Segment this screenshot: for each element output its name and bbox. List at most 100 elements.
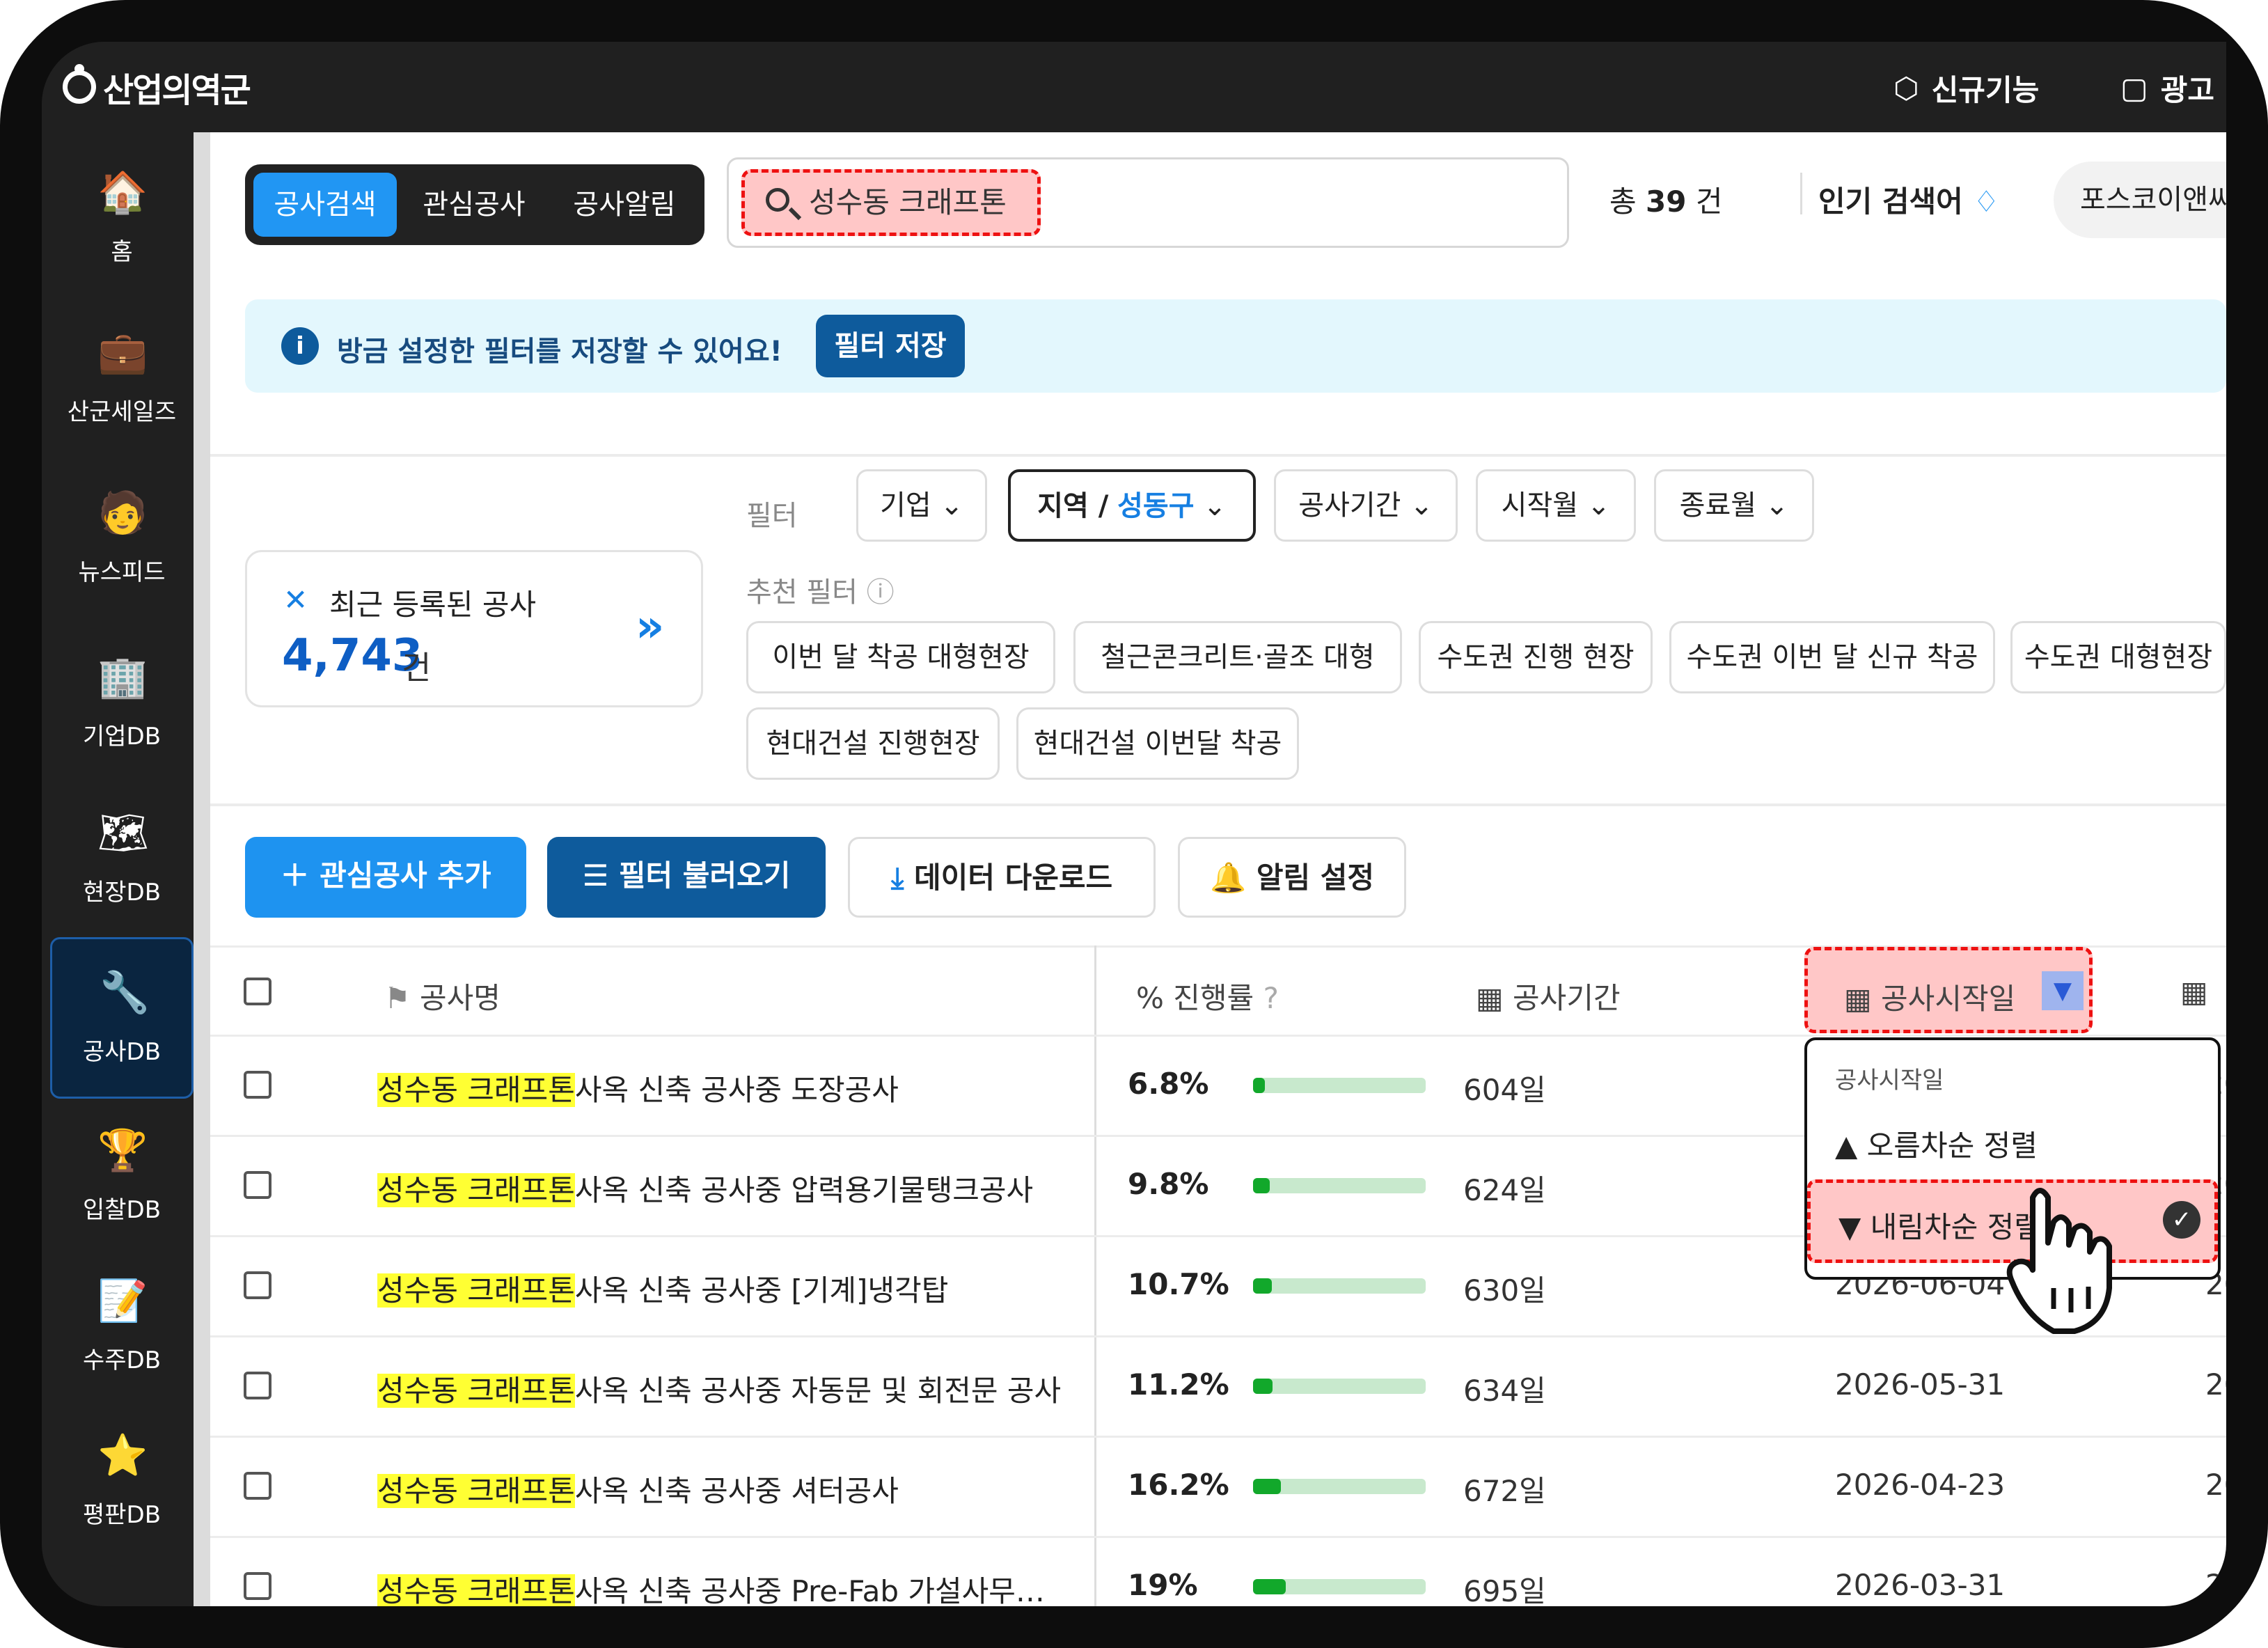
filter-period[interactable]: 공사기간 ⌄ (1274, 469, 1458, 542)
select-all-checkbox[interactable] (244, 978, 271, 1005)
project-name[interactable]: 성수동 크래프톤사옥 신축 공사중 셔터공사 (377, 1468, 899, 1510)
sort-dropdown-icon[interactable]: ▼ (2042, 971, 2084, 1010)
column-header-period[interactable]: ▦ 공사기간 (1476, 975, 1621, 1017)
project-end-date: 2028 (2205, 1468, 2226, 1502)
main-content: 공사검색 관심공사 공사알림 성수동 크래프톤 총 39 건 인기 검색어 ♢ … (210, 132, 2226, 1606)
column-header-progress[interactable]: % 진행률 ? (1136, 975, 1279, 1017)
info-icon: i (281, 327, 319, 365)
filter-save-banner: i 방금 설정한 필터를 저장할 수 있어요! 필터 저장 (245, 299, 2226, 393)
ad-link[interactable]: ▢ 광고 (2120, 67, 2214, 109)
filter-start-month[interactable]: 시작월 ⌄ (1476, 469, 1636, 542)
sidebar-item-constructiondb[interactable]: 🔧 공사DB (50, 937, 194, 1099)
recommended-chip[interactable]: 현대건설 이번달 착공 (1016, 707, 1299, 780)
tools-icon: ✕ (283, 583, 308, 617)
load-filter-button[interactable]: ☰ 필터 불러오기 (547, 837, 826, 918)
news-reader-icon: 🧑 (97, 489, 148, 536)
popular-search-label: 인기 검색어 ♢ (1818, 185, 2000, 219)
chevron-down-icon: ⌄ (1203, 490, 1227, 522)
sidebar-item-sales[interactable]: 💼 산군세일즈 (50, 299, 194, 458)
progress-bar (1253, 1479, 1426, 1494)
caret-down-icon: ▼ (1838, 1210, 1861, 1244)
progress-bar (1253, 1278, 1426, 1294)
home-icon: 🏠 (97, 168, 148, 216)
recommended-chip[interactable]: 현대건설 진행현장 (746, 707, 1000, 780)
chevron-down-icon: ⌄ (940, 489, 963, 521)
project-name[interactable]: 성수동 크래프톤사옥 신축 공사중 도장공사 (377, 1067, 899, 1109)
project-start-date: 2026-04-23 (1835, 1468, 2006, 1502)
progress-percent: 6.8% (1128, 1067, 1209, 1101)
recommended-chip[interactable]: 수도권 이번 달 신규 착공 (1669, 621, 1995, 693)
vertical-scrollbar[interactable] (194, 132, 210, 1606)
star-badge-icon: ⭐ (97, 1431, 148, 1479)
project-duration: 634일 (1463, 1374, 1546, 1408)
filter-end-month[interactable]: 종료월 ⌄ (1654, 469, 1814, 542)
message-icon: ▢ (2120, 71, 2148, 105)
alert-settings-button[interactable]: 🔔 알림 설정 (1178, 837, 1406, 918)
row-checkbox[interactable] (244, 1071, 271, 1099)
tools-icon: 🔧 (100, 968, 150, 1016)
recommended-chip[interactable]: 수도권 진행 현장 (1419, 621, 1653, 693)
row-checkbox[interactable] (244, 1472, 271, 1500)
progress-bar (1253, 1078, 1426, 1093)
project-end-date: 2028 (2205, 1568, 2226, 1602)
tab-interest[interactable]: 관심공사 (402, 173, 546, 237)
tab-alerts[interactable]: 공사알림 (553, 173, 696, 237)
sidebar-item-biddb[interactable]: 🏆 입찰DB (50, 1097, 194, 1256)
row-checkbox[interactable] (244, 1372, 271, 1399)
search-input[interactable]: 성수동 크래프톤 (727, 157, 1569, 248)
search-query-chip[interactable]: 성수동 크래프톤 (741, 169, 1041, 236)
divider (210, 1035, 2226, 1037)
project-name[interactable]: 성수동 크래프톤사옥 신축 공사중 Pre-Fab 가설사무… (377, 1568, 1045, 1606)
sidebar-item-companydb[interactable]: 🏢 기업DB (50, 624, 194, 783)
top-bar: 산업의역군 ⬡ 신규기능 ▢ 광고 (42, 42, 2226, 132)
divider (210, 803, 2226, 806)
divider (210, 1436, 2226, 1438)
column-header-name[interactable]: ⚑ 공사명 (384, 975, 501, 1017)
column-divider (1094, 945, 1096, 1606)
filter-company[interactable]: 기업 ⌄ (856, 469, 987, 542)
project-name[interactable]: 성수동 크래프톤사옥 신축 공사중 [기계]냉각탑 (377, 1267, 948, 1310)
sidebar-item-home[interactable]: 🏠 홈 (50, 139, 194, 298)
progress-bar (1253, 1579, 1426, 1594)
filter-region[interactable]: 지역 / 성동구 ⌄ (1008, 469, 1256, 542)
divider (210, 1536, 2226, 1538)
divider (210, 1335, 2226, 1337)
project-duration: 695일 (1463, 1574, 1546, 1606)
recent-projects-card[interactable]: ✕ 최근 등록된 공사 4,743 건 » (245, 550, 703, 707)
recommended-chip[interactable]: 철근콘크리트·골조 대형 (1073, 621, 1402, 693)
recommended-chip[interactable]: 이번 달 착공 대형현장 (746, 621, 1055, 693)
sidebar-item-reputationdb[interactable]: ⭐ 평판DB (50, 1402, 194, 1561)
sidebar-item-newsfeed[interactable]: 🧑 뉴스피드 (50, 460, 194, 618)
logo-icon (63, 64, 96, 104)
recommended-chip[interactable]: 수도권 대형현장 (2010, 621, 2226, 693)
new-features-link[interactable]: ⬡ 신규기능 (1893, 67, 2039, 109)
search-icon (766, 188, 789, 212)
caret-up-icon: ▲ (1835, 1129, 1858, 1163)
progress-percent: 11.2% (1128, 1367, 1229, 1402)
trophy-icon: 🏆 (97, 1127, 148, 1174)
row-checkbox[interactable] (244, 1171, 271, 1199)
tab-construction-search[interactable]: 공사검색 (253, 173, 397, 237)
project-name[interactable]: 성수동 크래프톤사옥 신축 공사중 자동문 및 회전문 공사 (377, 1367, 1061, 1410)
app-logo[interactable]: 산업의역군 (63, 63, 251, 111)
double-chevron-right-icon[interactable]: » (636, 601, 664, 652)
map-pin-icon: 🗺 (97, 809, 149, 856)
app-screen: 산업의역군 ⬡ 신규기능 ▢ 광고 🏠 홈 💼 산군세일즈 🧑 뉴스피드 🏢 기업DB 🗺 현… (42, 42, 2226, 1606)
column-header-start-date[interactable]: ▦ 공사시작일 ▼ (1804, 947, 2093, 1033)
sidebar-item-sitedb[interactable]: 🗺 현장DB (50, 780, 194, 939)
progress-percent: 10.7% (1128, 1267, 1229, 1301)
popular-keyword-chip[interactable]: 포스코이앤씨 (2054, 162, 2226, 238)
recommended-filter-label: 추천 필터 ⓘ (746, 576, 895, 609)
sort-ascending-option[interactable]: ▲ 오름차순 정렬 (1835, 1122, 2038, 1165)
row-checkbox[interactable] (244, 1271, 271, 1299)
row-checkbox[interactable] (244, 1572, 271, 1600)
progress-percent: 16.2% (1128, 1468, 1229, 1502)
sidebar-item-orderdb[interactable]: 📝 수주DB (50, 1248, 194, 1406)
flag-icon: ⚑ (384, 981, 411, 1015)
project-end-date: 2028 (2205, 1367, 2226, 1402)
project-name[interactable]: 성수동 크래프톤사옥 신축 공사중 압력용기물탱크공사 (377, 1167, 1033, 1209)
save-filter-button[interactable]: 필터 저장 (816, 315, 965, 377)
add-interest-button[interactable]: ＋ 관심공사 추가 (245, 837, 526, 918)
download-button[interactable]: ⤓ 데이터 다운로드 (848, 837, 1156, 918)
chevron-down-icon: ⌄ (1410, 489, 1433, 521)
